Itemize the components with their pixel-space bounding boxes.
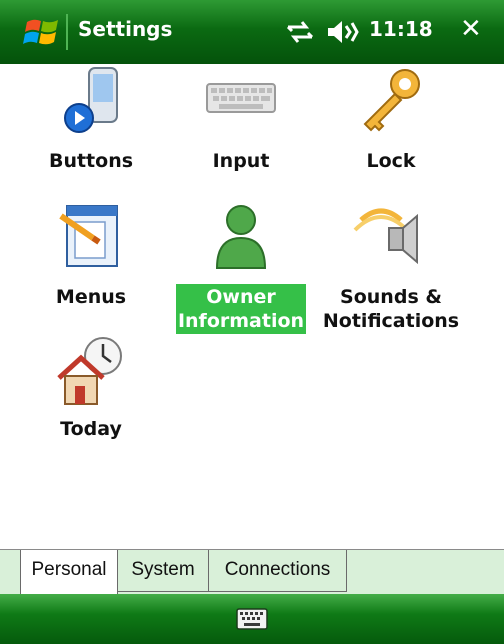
tab-connections[interactable]: Connections: [209, 550, 347, 592]
item-label: Today: [60, 418, 122, 440]
house-clock-icon: [57, 337, 122, 405]
item-label: Lock: [366, 150, 416, 172]
windows-start-icon[interactable]: [22, 12, 62, 52]
title-bar: Settings 11:18 ✕: [0, 0, 504, 64]
connectivity-icon[interactable]: [284, 18, 316, 46]
tab-bar: Personal System Connections: [0, 549, 504, 596]
owner-information-item[interactable]: Owner Information: [166, 198, 316, 334]
menus-icon: [59, 205, 118, 267]
item-label: Menus: [55, 286, 127, 308]
sounds-notifications-item[interactable]: Sounds & Notifications: [316, 198, 466, 334]
pda-buttons-icon: [64, 67, 118, 133]
item-label: Buttons: [48, 150, 134, 172]
person-icon: [215, 205, 267, 269]
bottom-bar: [0, 594, 504, 644]
buttons-item[interactable]: Buttons: [16, 62, 166, 174]
keyboard-toggle-icon[interactable]: [236, 608, 268, 630]
lock-item[interactable]: Lock: [316, 62, 466, 174]
window-title: Settings: [78, 17, 173, 41]
key-icon: [363, 69, 420, 132]
tab-system[interactable]: System: [118, 550, 209, 592]
item-label: Owner Information: [175, 284, 307, 334]
speaker-icon: [353, 208, 418, 265]
input-item[interactable]: Input: [166, 62, 316, 174]
volume-icon[interactable]: [326, 18, 362, 46]
keyboard-icon: [206, 83, 276, 113]
tab-personal[interactable]: Personal: [20, 550, 118, 596]
item-label: Input: [212, 150, 270, 172]
title-separator: [66, 14, 68, 50]
menus-item[interactable]: Menus: [16, 198, 166, 310]
item-label: Sounds & Notifications: [322, 286, 460, 332]
clock[interactable]: 11:18: [369, 17, 433, 41]
today-item[interactable]: Today: [16, 330, 166, 442]
close-button[interactable]: ✕: [460, 14, 482, 44]
